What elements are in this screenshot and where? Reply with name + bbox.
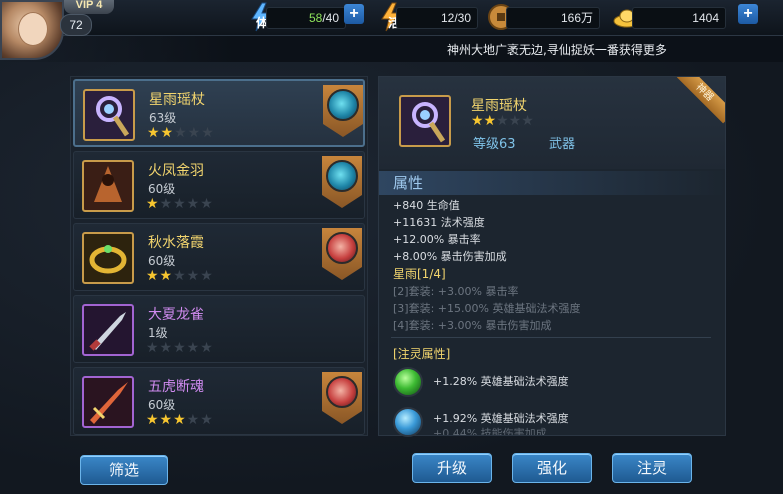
equipment-name: 大夏龙雀 bbox=[148, 307, 204, 323]
hero-portrait-icon bbox=[326, 160, 358, 192]
blade-icon bbox=[82, 304, 134, 356]
set-bonus-line: [3]套装: +15.00% 英雄基础法术强度 bbox=[393, 302, 581, 315]
cloak-icon bbox=[82, 160, 134, 212]
divider bbox=[391, 337, 711, 338]
equipment-item[interactable]: 火凤金羽 60级 ★★★★★ bbox=[73, 151, 365, 219]
filter-button[interactable]: 筛选 bbox=[80, 455, 168, 485]
green-gem-icon bbox=[393, 367, 423, 397]
attribute-line: +12.00% 暴击率 bbox=[393, 233, 481, 246]
ribbon-label: 神器 bbox=[677, 77, 725, 124]
attributes-title: 属性 bbox=[379, 171, 725, 195]
equipment-level: 60级 bbox=[148, 398, 176, 412]
equipment-detail-panel: 星雨瑶杖 ★★★★★ 等级63 武器 神器 属性 +840 生命值 +11631… bbox=[378, 76, 726, 437]
vip-badge[interactable]: VIP 4 bbox=[64, 0, 114, 14]
equipment-level: 60级 bbox=[148, 182, 176, 196]
detail-type: 武器 bbox=[549, 137, 576, 152]
announcement-text: 神州大地广袤无边,寻仙捉妖一番获得更多 bbox=[447, 43, 667, 57]
hero-portrait-icon bbox=[326, 376, 358, 408]
stamina-max: /40 bbox=[322, 11, 339, 25]
detail-star-rating: ★★★★★ bbox=[471, 113, 534, 129]
enhance-button[interactable]: 强化 bbox=[512, 453, 592, 483]
hero-badge[interactable] bbox=[322, 228, 362, 280]
detail-equipment-name: 星雨瑶杖 bbox=[471, 98, 527, 114]
hero-badge[interactable] bbox=[322, 372, 362, 424]
avatar-face bbox=[18, 12, 48, 46]
ring-icon bbox=[82, 232, 134, 284]
attribute-line: +840 生命值 bbox=[393, 199, 460, 212]
infuse-button[interactable]: 注灵 bbox=[612, 453, 692, 483]
coins-resource: 166万 bbox=[486, 4, 606, 30]
vitality-resource: 活 12/30 bbox=[376, 2, 486, 32]
blue-gem-icon bbox=[393, 407, 423, 437]
set-bonus-line: [4]套装: +3.00% 暴击伤害加成 bbox=[393, 319, 552, 332]
detail-header: 星雨瑶杖 ★★★★★ 等级63 武器 神器 bbox=[379, 77, 725, 169]
soul-attribute-subline: +0.44% 技能伤害加成 bbox=[433, 427, 547, 435]
staff-icon bbox=[399, 95, 451, 147]
hero-portrait-icon bbox=[327, 89, 359, 121]
hero-badge[interactable] bbox=[322, 156, 362, 208]
add-stamina-button[interactable]: + bbox=[344, 4, 364, 24]
star-rating: ★★★★★ bbox=[146, 268, 214, 284]
ingots-resource: 1404 bbox=[612, 4, 732, 30]
player-level-badge: 72 bbox=[60, 14, 92, 36]
add-ingots-button[interactable]: + bbox=[738, 4, 758, 24]
equipment-item[interactable]: 秋水落霞 60级 ★★★★★ bbox=[73, 223, 365, 291]
equipment-name: 星雨瑶杖 bbox=[149, 92, 205, 108]
equipment-name: 火凤金羽 bbox=[148, 163, 204, 179]
staff-icon bbox=[83, 89, 135, 141]
coins-value: 166万 bbox=[506, 7, 600, 29]
star-rating: ★★★★★ bbox=[146, 196, 214, 212]
equipment-item[interactable]: 大夏龙雀 1级 ★★★★★ bbox=[73, 295, 365, 363]
equipment-item[interactable]: 星雨瑶杖 63级 ★★★★★ bbox=[73, 79, 365, 147]
equipment-level: 1级 bbox=[148, 326, 168, 340]
vitality-value: 12/30 bbox=[396, 7, 478, 29]
star-rating: ★★★★★ bbox=[147, 125, 215, 141]
hero-badge[interactable] bbox=[323, 85, 363, 137]
equipment-name: 五虎断魂 bbox=[148, 379, 204, 395]
sword-icon bbox=[82, 376, 134, 428]
stamina-value: 58/40 bbox=[266, 7, 346, 29]
player-avatar[interactable] bbox=[0, 0, 64, 60]
set-title: 星雨[1/4] bbox=[393, 267, 446, 281]
equipment-item[interactable]: 五虎断魂 60级 ★★★★★ bbox=[73, 367, 365, 435]
soul-attribute-line: +1.28% 英雄基础法术强度 bbox=[433, 375, 569, 388]
star-rating: ★★★★★ bbox=[146, 412, 214, 428]
star-rating: ★★★★★ bbox=[146, 340, 214, 356]
equipment-list[interactable]: 星雨瑶杖 63级 ★★★★★ 火凤金羽 60级 ★★★★★ 秋水落霞 60级 ★… bbox=[70, 76, 368, 436]
equipment-level: 60级 bbox=[148, 254, 176, 268]
ingots-value: 1404 bbox=[632, 7, 726, 29]
hero-portrait-icon bbox=[326, 232, 358, 264]
attribute-line: +8.00% 暴击伤害加成 bbox=[393, 250, 507, 263]
stamina-current: 58 bbox=[308, 11, 323, 25]
equipment-name: 秋水落霞 bbox=[148, 235, 204, 251]
announcement-bar: 神州大地广袤无边,寻仙捉妖一番获得更多 bbox=[0, 36, 783, 62]
detail-level: 等级63 bbox=[473, 137, 516, 152]
set-bonus-line: [2]套装: +3.00% 暴击率 bbox=[393, 285, 519, 298]
soul-attributes-title: [注灵属性] bbox=[393, 347, 451, 361]
artifact-ribbon: 神器 bbox=[677, 77, 725, 125]
upgrade-button[interactable]: 升级 bbox=[412, 453, 492, 483]
soul-attribute-line: +1.92% 英雄基础法术强度 bbox=[433, 412, 569, 425]
equipment-level: 63级 bbox=[149, 111, 177, 125]
attribute-line: +11631 法术强度 bbox=[393, 216, 485, 229]
